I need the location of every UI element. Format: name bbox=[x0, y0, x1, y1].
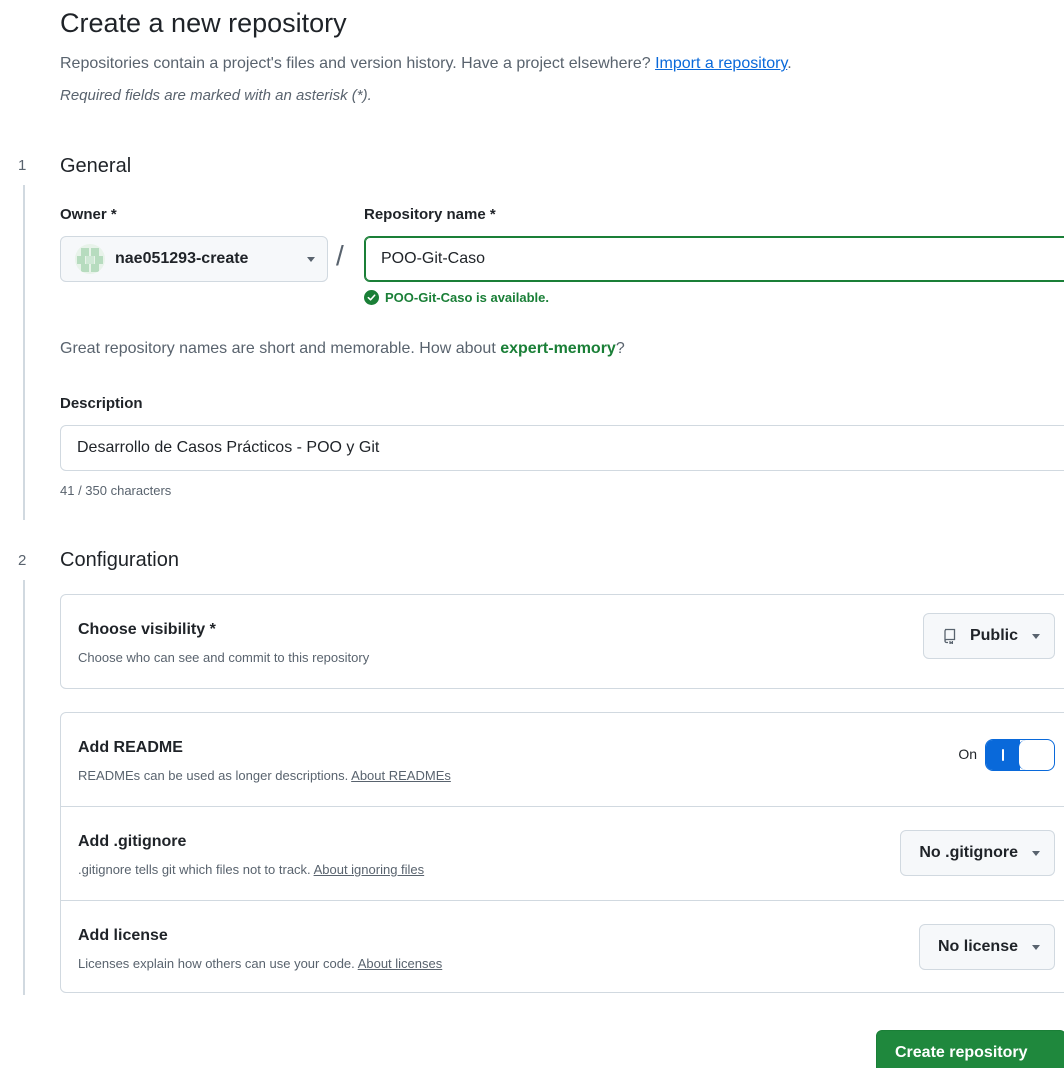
visibility-row: Choose visibility * Choose who can see a… bbox=[61, 595, 1064, 688]
chevron-down-icon bbox=[1032, 944, 1040, 950]
visibility-description: Choose who can see and commit to this re… bbox=[78, 650, 370, 665]
gitignore-description-text: .gitignore tells git which files not to … bbox=[78, 862, 311, 877]
license-row: Add license Licenses explain how others … bbox=[61, 901, 1064, 995]
gitignore-title: Add .gitignore bbox=[78, 833, 187, 850]
readme-description-text: READMEs can be used as longer descriptio… bbox=[78, 768, 349, 783]
step-rail-configuration bbox=[23, 580, 25, 995]
suggested-name[interactable]: expert-memory bbox=[500, 340, 616, 357]
hint-suffix: ? bbox=[615, 340, 625, 357]
section-heading-configuration: Configuration bbox=[60, 549, 179, 571]
description-character-count: 41 / 350 characters bbox=[60, 483, 172, 498]
step-rail-general bbox=[23, 185, 25, 520]
about-licenses-link[interactable]: About licenses bbox=[358, 956, 443, 971]
import-repository-link[interactable]: Import a repository bbox=[655, 55, 787, 72]
chevron-down-icon bbox=[307, 256, 315, 262]
license-value: No license bbox=[937, 938, 1018, 955]
availability-text: POO-Git-Caso is available. bbox=[385, 290, 549, 305]
visibility-value: Public bbox=[969, 627, 1018, 644]
description-label: Description bbox=[60, 395, 143, 412]
subtitle-period: . bbox=[787, 55, 792, 72]
readme-toggle-state: On bbox=[958, 746, 977, 762]
section-heading-general: General bbox=[60, 155, 132, 177]
repository-name-hint: Great repository names are short and mem… bbox=[60, 340, 625, 358]
about-readmes-link[interactable]: About READMEs bbox=[351, 768, 451, 783]
repository-name-label: Repository name * bbox=[364, 206, 496, 223]
step-number-1: 1 bbox=[18, 157, 27, 174]
hint-text: Great repository names are short and mem… bbox=[60, 340, 501, 357]
readme-row: Add README READMEs can be used as longer… bbox=[61, 713, 1064, 807]
readme-description: READMEs can be used as longer descriptio… bbox=[78, 768, 451, 783]
repository-options-card: Add README READMEs can be used as longer… bbox=[60, 712, 1064, 993]
license-select-button[interactable]: No license bbox=[918, 924, 1055, 970]
chevron-down-icon bbox=[1032, 850, 1040, 856]
step-number-2: 2 bbox=[18, 552, 27, 569]
owner-select-button[interactable]: nae051293-create bbox=[60, 236, 328, 282]
toggle-on-indicator bbox=[986, 740, 1020, 770]
description-input[interactable] bbox=[60, 425, 1064, 471]
visibility-select-button[interactable]: Public bbox=[922, 613, 1055, 659]
chevron-down-icon bbox=[1032, 633, 1040, 639]
page-title: Create a new repository bbox=[60, 8, 347, 38]
about-ignoring-files-link[interactable]: About ignoring files bbox=[314, 862, 425, 877]
readme-toggle[interactable] bbox=[985, 739, 1055, 771]
repo-icon bbox=[944, 628, 956, 644]
visibility-title: Choose visibility * bbox=[78, 621, 216, 638]
owner-repo-separator: / bbox=[336, 240, 344, 271]
license-description: Licenses explain how others can use your… bbox=[78, 956, 442, 971]
license-description-text: Licenses explain how others can use your… bbox=[78, 956, 355, 971]
owner-label: Owner * bbox=[60, 206, 117, 223]
create-repository-button[interactable]: Create repository bbox=[876, 1030, 1064, 1068]
gitignore-description: .gitignore tells git which files not to … bbox=[78, 862, 424, 877]
owner-name: nae051293-create bbox=[115, 250, 249, 267]
toggle-knob bbox=[1018, 740, 1054, 770]
required-fields-note: Required fields are marked with an aster… bbox=[60, 87, 372, 104]
avatar bbox=[75, 244, 105, 274]
visibility-card: Choose visibility * Choose who can see a… bbox=[60, 594, 1064, 689]
gitignore-select-button[interactable]: No .gitignore bbox=[900, 830, 1055, 876]
availability-message: POO-Git-Caso is available. bbox=[364, 290, 549, 305]
create-repository-page: Create a new repository Repositories con… bbox=[0, 0, 1064, 1068]
gitignore-row: Add .gitignore .gitignore tells git whic… bbox=[61, 807, 1064, 901]
repository-name-input[interactable] bbox=[364, 236, 1064, 282]
license-title: Add license bbox=[78, 927, 168, 944]
readme-title: Add README bbox=[78, 739, 183, 756]
gitignore-value: No .gitignore bbox=[919, 844, 1018, 861]
page-subtitle: Repositories contain a project's files a… bbox=[60, 55, 792, 73]
subtitle-text: Repositories contain a project's files a… bbox=[60, 55, 651, 72]
check-circle-icon bbox=[364, 290, 379, 305]
